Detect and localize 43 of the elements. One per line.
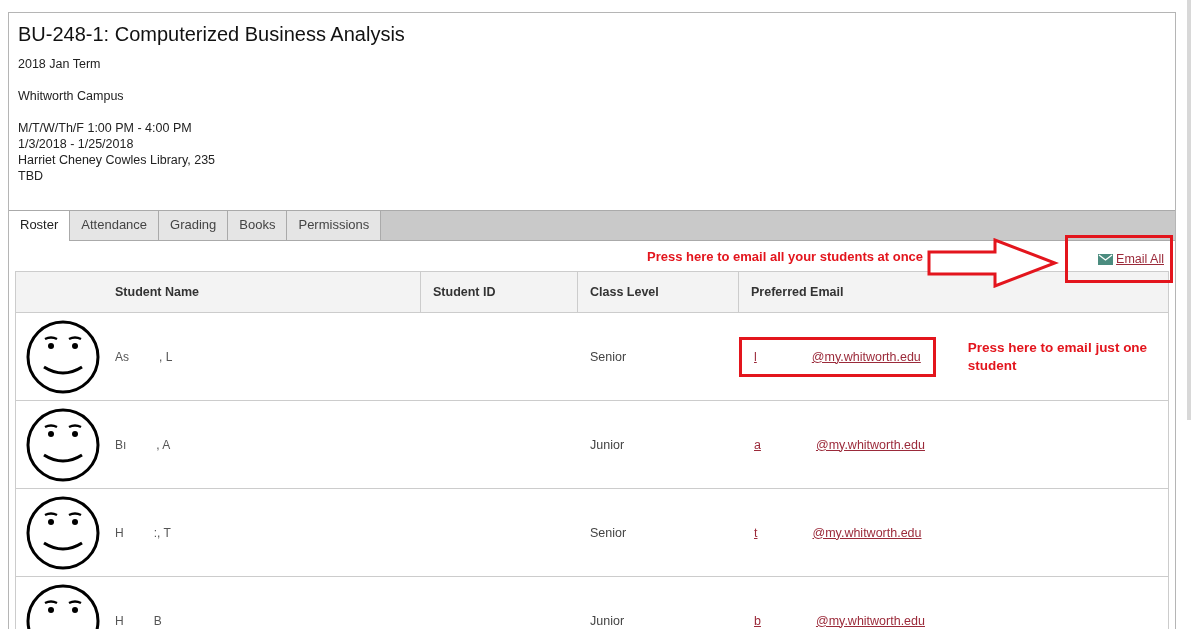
student-name: Bı xyxy=(115,437,127,452)
tab[interactable]: Permissions xyxy=(287,211,382,240)
course-term: 2018 Jan Term xyxy=(18,56,102,72)
email-link[interactable]: b xyxy=(754,613,761,628)
email-link[interactable]: a xyxy=(754,437,761,452)
smiley-face-icon xyxy=(25,406,101,483)
email-link[interactable]: @my.whitworth.edu xyxy=(812,525,922,540)
student-name: , A xyxy=(156,437,171,452)
column-header: Preferred Email xyxy=(750,284,845,301)
class-level: Senior xyxy=(589,348,628,366)
schedule-line: Harriet Cheney Cowles Library, 235 xyxy=(18,152,217,168)
annotation-text: Press here to email just one student xyxy=(967,338,1149,375)
tab[interactable]: Roster xyxy=(9,211,71,241)
course-campus: Whitworth Campus xyxy=(18,88,125,104)
tab[interactable]: Attendance xyxy=(70,211,160,240)
schedule-line: TBD xyxy=(18,168,44,184)
annotation-text: Press here to email all your students at once xyxy=(647,248,924,264)
student-name: H xyxy=(115,613,124,628)
column-header: Student Name xyxy=(16,272,421,312)
email-link[interactable]: @my.whitworth.edu xyxy=(811,349,921,364)
schedule-line: M/T/W/Th/F 1:00 PM - 4:00 PM xyxy=(18,120,193,136)
student-name: :, T xyxy=(153,525,171,540)
student-name: , L xyxy=(159,349,173,364)
tab[interactable]: Books xyxy=(228,211,288,240)
column-header: Student ID xyxy=(421,272,578,312)
envelope-icon xyxy=(1098,253,1114,265)
student-name: H xyxy=(115,525,124,540)
course-title: BU-248-1: Computerized Business Analysis xyxy=(18,23,406,46)
column-header: Class Level xyxy=(578,272,739,312)
email-all-link[interactable]: Email All xyxy=(1098,252,1164,266)
student-name: B xyxy=(153,613,162,628)
email-link[interactable]: l xyxy=(754,349,757,364)
email-link[interactable]: t xyxy=(754,525,758,540)
schedule-line: 1/3/2018 - 1/25/2018 xyxy=(18,136,135,152)
tab[interactable]: Grading xyxy=(159,211,229,240)
class-level: Senior xyxy=(589,524,628,542)
class-level: Junior xyxy=(589,612,626,629)
smiley-face-icon xyxy=(25,318,101,395)
class-level: Junior xyxy=(589,436,626,454)
smiley-face-icon xyxy=(25,494,101,571)
email-link[interactable]: @my.whitworth.edu xyxy=(815,613,925,628)
email-link[interactable]: @my.whitworth.edu xyxy=(815,437,925,452)
student-name: As xyxy=(115,349,129,364)
